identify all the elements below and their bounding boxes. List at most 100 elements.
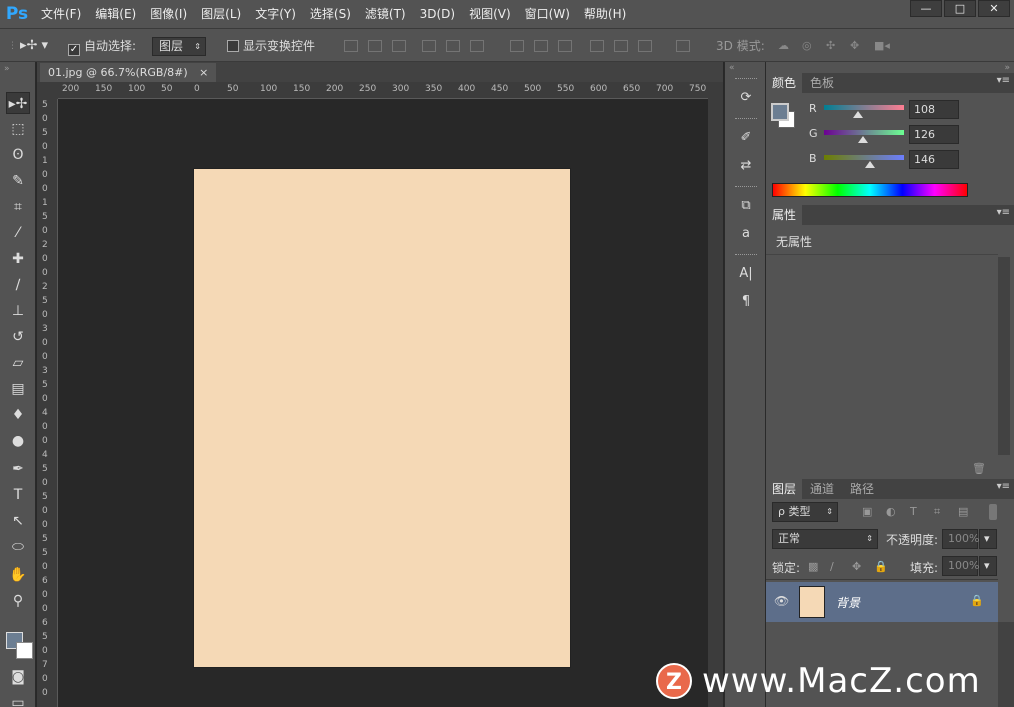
foreground-color-chip[interactable] (771, 103, 789, 121)
menu-help[interactable]: 帮助(H) (577, 0, 633, 28)
menu-type[interactable]: 文字(Y) (248, 0, 303, 28)
horizontal-ruler[interactable]: 200 150 100 50 0 50 100 150 200 250 300 350 400 450 50… (58, 82, 708, 99)
lock-transparent-icon[interactable]: ▩ (808, 560, 818, 573)
channel-b-slider[interactable] (824, 155, 904, 160)
3d-drag-icon[interactable]: ✣ (826, 40, 840, 52)
document-tab[interactable]: 01.jpg @ 66.7%(RGB/8#) × (40, 63, 217, 82)
properties-scrollbar[interactable] (998, 257, 1010, 455)
tab-channels[interactable]: 通道 (804, 479, 840, 499)
align-top-icon[interactable] (344, 40, 358, 52)
layer-visibility-eye-icon[interactable]: 👁 (774, 594, 789, 608)
filter-type-icon[interactable]: T (910, 505, 917, 518)
fill-input[interactable]: 100% (942, 556, 979, 576)
distribute-vcenter-icon[interactable] (534, 40, 548, 52)
tab-properties[interactable]: 属性 (766, 205, 803, 225)
history-panel-icon[interactable]: ⟳ (734, 88, 758, 108)
auto-align-icon[interactable] (676, 40, 690, 52)
tab-layers[interactable]: 图层 (766, 479, 803, 499)
channel-g-value[interactable]: 126 (909, 125, 959, 144)
clone-source-icon[interactable]: ⧉ (734, 196, 758, 216)
path-select-tool-icon[interactable]: ↖ (6, 510, 30, 532)
menu-edit[interactable]: 编辑(E) (88, 0, 143, 28)
layer-name[interactable]: 背景 (836, 594, 860, 611)
slider-thumb-icon[interactable] (858, 136, 869, 143)
crop-tool-icon[interactable]: ⌗ (6, 196, 30, 218)
dodge-tool-icon[interactable]: ● (6, 430, 30, 452)
pen-tool-icon[interactable]: ✒ (6, 458, 30, 480)
3d-roll-icon[interactable]: ◎ (802, 40, 816, 52)
type-tool-icon[interactable]: T (6, 484, 30, 506)
toolbar-collapse-icon[interactable]: » (4, 64, 10, 74)
maximize-button[interactable]: □ (944, 0, 976, 17)
history-brush-tool-icon[interactable]: ↺ (6, 326, 30, 348)
move-tool-icon[interactable]: ▸✢ (6, 92, 30, 114)
filter-shape-icon[interactable]: ⌗ (934, 505, 940, 519)
auto-select-checkbox[interactable]: ✓ 自动选择: (68, 29, 136, 63)
paragraph-panel-icon[interactable]: ¶ (734, 292, 758, 312)
background-color-swatch[interactable] (16, 642, 33, 659)
3d-rotate-icon[interactable]: ☁ (778, 40, 792, 52)
character-panel-icon[interactable]: A| (734, 264, 758, 284)
clone-stamp-tool-icon[interactable]: ⊥ (6, 300, 30, 322)
document-tab-close-icon[interactable]: × (199, 66, 208, 79)
channel-r-slider[interactable] (824, 105, 904, 110)
ruler-origin[interactable] (37, 82, 58, 99)
align-vcenter-icon[interactable] (368, 40, 382, 52)
tab-swatches[interactable]: 色板 (804, 73, 840, 93)
lock-all-icon[interactable]: 🔒 (874, 560, 888, 573)
menu-window[interactable]: 窗口(W) (518, 0, 577, 28)
align-hcenter-icon[interactable] (446, 40, 460, 52)
hand-tool-icon[interactable]: ✋ (6, 564, 30, 586)
brush-presets-icon[interactable]: ✐ (734, 128, 758, 148)
3d-scale-icon[interactable]: ■◂ (874, 40, 890, 52)
ellipse-tool-icon[interactable]: ⬭ (6, 536, 30, 558)
zoom-tool-icon[interactable]: ⚲ (6, 590, 30, 612)
distribute-left-icon[interactable] (590, 40, 604, 52)
panel-grip[interactable] (735, 254, 757, 256)
opacity-input[interactable]: 100% (942, 529, 979, 549)
panel-menu-icon[interactable]: ▾≡ (997, 207, 1010, 218)
channel-b-value[interactable]: 146 (909, 150, 959, 169)
screen-mode-icon[interactable]: ▭ (6, 692, 30, 707)
panel-menu-icon[interactable]: ▾≡ (997, 75, 1010, 86)
lock-position-icon[interactable]: ✥ (852, 560, 861, 573)
brush-tool-icon[interactable]: ∕ (6, 274, 30, 296)
marquee-tool-icon[interactable]: ⬚ (6, 118, 30, 140)
blend-mode-dropdown[interactable]: 正常 ⇕ (772, 529, 878, 549)
blur-tool-icon[interactable]: ♦ (6, 404, 30, 426)
lock-pixels-icon[interactable]: ∕ (830, 560, 834, 573)
align-right-icon[interactable] (470, 40, 484, 52)
menu-filter[interactable]: 滤镜(T) (358, 0, 413, 28)
distribute-hcenter-icon[interactable] (614, 40, 628, 52)
distribute-right-icon[interactable] (638, 40, 652, 52)
move-tool-preset-icon[interactable]: ▸✢ ▾ (20, 29, 48, 63)
menu-select[interactable]: 选择(S) (303, 0, 358, 28)
character-styles-icon[interactable]: a (734, 224, 758, 244)
panel-menu-icon[interactable]: ▾≡ (997, 481, 1010, 492)
lasso-tool-icon[interactable]: ʘ (6, 144, 30, 166)
dock-collapse-icon[interactable]: » (1004, 63, 1010, 73)
filter-pixel-icon[interactable]: ▣ (862, 505, 872, 518)
distribute-bottom-icon[interactable] (558, 40, 572, 52)
eyedropper-tool-icon[interactable]: ⁄ (6, 222, 30, 244)
color-spectrum-bar[interactable] (772, 183, 968, 197)
healing-brush-tool-icon[interactable]: ✚ (6, 248, 30, 270)
document-image-paper[interactable] (194, 169, 570, 667)
layer-row-background[interactable]: 👁 背景 🔒 (766, 582, 998, 622)
fill-dropdown-icon[interactable]: ▾ (979, 556, 997, 576)
dock-expand-icon[interactable]: « (729, 63, 735, 73)
slider-thumb-icon[interactable] (864, 161, 875, 168)
filter-smart-icon[interactable]: ▤ (958, 505, 968, 518)
align-left-icon[interactable] (422, 40, 436, 52)
quick-mask-icon[interactable]: ◙ (6, 666, 30, 688)
minimize-button[interactable]: — (910, 0, 942, 17)
menu-layer[interactable]: 图层(L) (194, 0, 248, 28)
filter-adjust-icon[interactable]: ◐ (886, 505, 896, 518)
panel-grip[interactable] (735, 78, 757, 80)
channel-r-value[interactable]: 108 (909, 100, 959, 119)
3d-slide-icon[interactable]: ✥ (850, 40, 864, 52)
panel-grip[interactable] (735, 186, 757, 188)
vertical-ruler[interactable]: 5 0 5 0 1 0 0 1 5 0 2 0 0 2 5 0 3 0 0 3 5 0 4 0 0 4 5 0 5 0 0 5 5 0 6 0 0 6 5 0… (37, 99, 58, 707)
slider-thumb-icon[interactable] (852, 111, 863, 118)
opacity-dropdown-icon[interactable]: ▾ (979, 529, 997, 549)
